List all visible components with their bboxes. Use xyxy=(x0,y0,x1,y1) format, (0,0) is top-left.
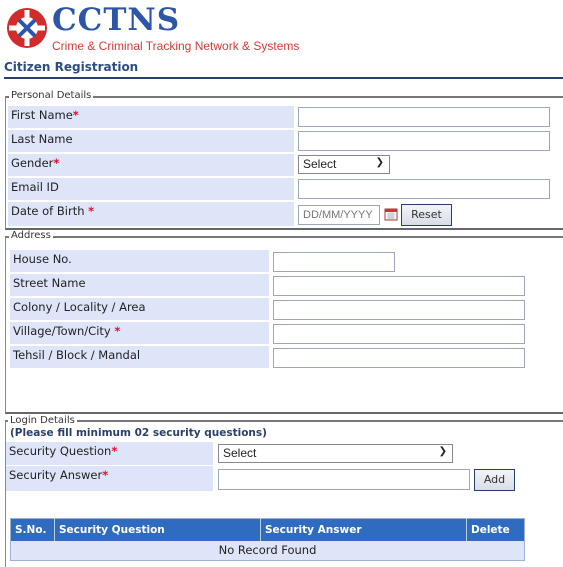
logo-subtitle: Crime & Criminal Tracking Network & Syst… xyxy=(52,39,300,53)
security-note: (Please fill minimum 02 security questio… xyxy=(10,427,267,439)
reset-button[interactable]: Reset xyxy=(401,204,452,226)
house-input[interactable] xyxy=(273,252,395,272)
col-delete: Delete xyxy=(471,523,510,536)
street-input[interactable] xyxy=(273,276,525,296)
last-name-input[interactable] xyxy=(298,131,550,151)
street-label: Street Name xyxy=(10,274,269,296)
dob-input[interactable] xyxy=(298,205,380,225)
page-title: Citizen Registration xyxy=(4,60,139,74)
divider xyxy=(4,77,563,79)
no-record-text: No Record Found xyxy=(218,543,317,558)
security-question-select[interactable]: Select ❯ xyxy=(218,444,453,463)
colony-label: Colony / Locality / Area xyxy=(10,298,269,320)
last-name-label: Last Name xyxy=(8,130,294,152)
tehsil-label: Tehsil / Block / Mandal xyxy=(10,346,269,368)
address-legend: Address xyxy=(9,230,53,241)
security-answer-input[interactable] xyxy=(218,469,470,490)
personal-details-legend: Personal Details xyxy=(9,90,94,101)
table-header-row: S.No. Security Question Security Answer … xyxy=(10,518,525,541)
login-details-legend: Login Details xyxy=(8,415,77,426)
first-name-label: First Name* xyxy=(8,106,294,128)
gender-select[interactable]: Select ❯ xyxy=(298,155,390,174)
col-sno: S.No. xyxy=(10,518,55,541)
security-questions-table: S.No. Security Question Security Answer … xyxy=(10,518,525,561)
dob-label: Date of Birth * xyxy=(8,202,294,226)
colony-input[interactable] xyxy=(273,300,525,320)
gender-label: Gender* xyxy=(8,154,294,176)
security-answer-label: Security Answer* xyxy=(6,466,213,491)
col-security-answer: Security Answer xyxy=(260,518,467,541)
tehsil-input[interactable] xyxy=(273,348,525,368)
calendar-icon[interactable] xyxy=(384,207,398,221)
cctns-logo-icon xyxy=(7,8,47,48)
house-label: House No. xyxy=(10,250,269,272)
col-security-question: Security Question xyxy=(54,518,261,541)
table-row: No Record Found xyxy=(10,540,525,561)
security-question-label: Security Question* xyxy=(6,442,213,465)
logo-title: CCTNS xyxy=(52,2,181,38)
chevron-down-icon: ❯ xyxy=(375,157,384,168)
village-label: Village/Town/City * xyxy=(10,322,269,344)
village-input[interactable] xyxy=(273,324,525,344)
chevron-down-icon: ❯ xyxy=(438,446,447,457)
add-button[interactable]: Add xyxy=(474,469,515,491)
email-input[interactable] xyxy=(298,179,550,199)
email-label: Email ID xyxy=(8,178,294,200)
first-name-input[interactable] xyxy=(298,107,550,127)
